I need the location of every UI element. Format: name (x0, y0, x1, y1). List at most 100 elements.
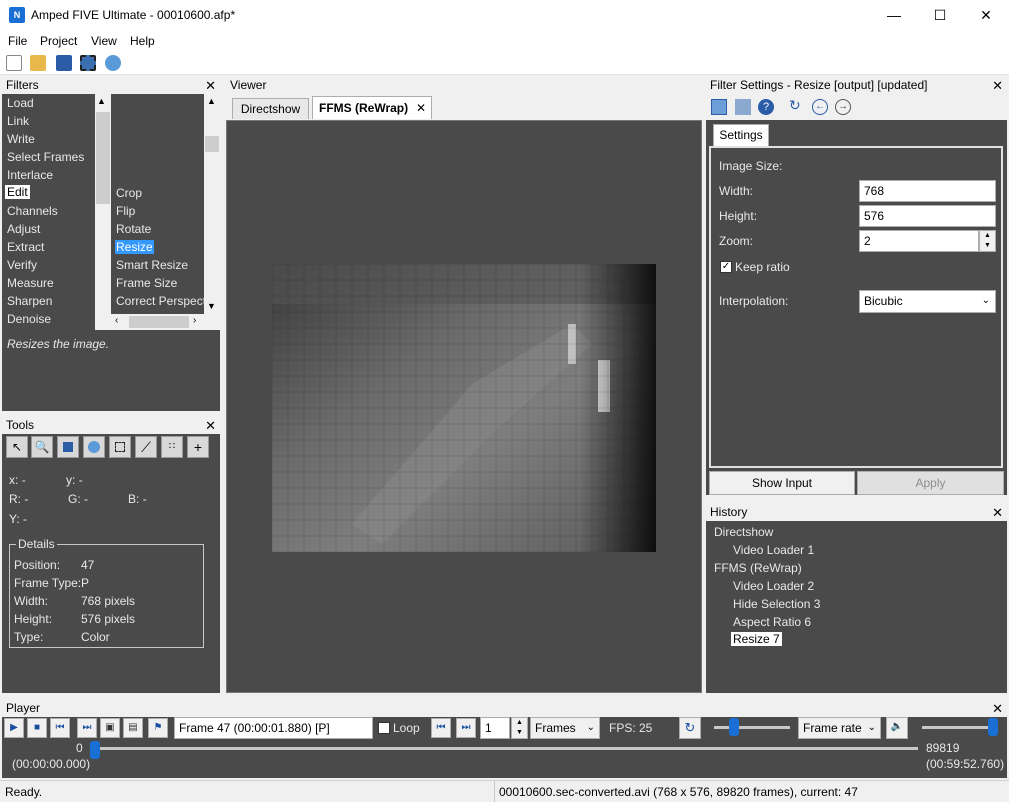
open-folder-icon[interactable] (30, 55, 46, 71)
zoom-stepper[interactable]: ▲ ▼ (979, 230, 996, 252)
scroll-up-icon[interactable]: ▲ (97, 96, 106, 106)
last-frame-icon[interactable]: ⏭ (77, 718, 97, 738)
step-stepper[interactable]: ▲ ▼ (511, 717, 528, 739)
chevron-down-icon[interactable]: ▼ (980, 241, 995, 251)
category-channels[interactable]: Channels (7, 204, 58, 218)
timeline-thumb[interactable] (90, 741, 101, 759)
chevron-down-icon[interactable]: ▼ (512, 728, 527, 738)
history-item[interactable]: Hide Selection 3 (733, 597, 820, 611)
export-icon[interactable]: ▤ (123, 718, 143, 738)
close-icon[interactable]: ✕ (416, 97, 426, 119)
tab-ffms-rewrap[interactable]: FFMS (ReWrap) ✕ (312, 96, 432, 119)
menu-help[interactable]: Help (130, 34, 155, 48)
viewer-canvas[interactable] (226, 120, 702, 693)
category-scrollbar[interactable]: ▲ (95, 94, 111, 330)
tab-directshow[interactable]: Directshow (232, 98, 309, 119)
category-select-frames[interactable]: Select Frames (7, 150, 84, 164)
volume-slider-thumb[interactable] (988, 718, 998, 736)
category-load[interactable]: Load (7, 96, 34, 110)
show-input-button[interactable]: Show Input (709, 471, 855, 495)
next-icon[interactable]: → (835, 99, 851, 115)
line-icon[interactable]: ⟋ (135, 436, 157, 458)
speed-slider-thumb[interactable] (729, 718, 739, 736)
history-item[interactable]: Directshow (714, 525, 773, 539)
loop-checkbox[interactable] (378, 722, 390, 734)
menu-project[interactable]: Project (40, 34, 77, 48)
category-verify[interactable]: Verify (7, 258, 37, 272)
rate-select[interactable]: Frame rate ⌄ (798, 717, 881, 739)
speed-slider[interactable] (714, 726, 790, 729)
keep-ratio-checkbox[interactable]: ✓ (720, 261, 732, 273)
menu-view[interactable]: View (91, 34, 117, 48)
chevron-up-icon[interactable]: ▲ (980, 231, 995, 241)
history-item[interactable]: FFMS (ReWrap) (714, 561, 802, 575)
close-icon[interactable]: ✕ (992, 700, 1003, 717)
dots-icon[interactable]: ∷ (161, 436, 183, 458)
reset-icon[interactable]: ↻ (789, 97, 801, 114)
frame-display[interactable]: Frame 47 (00:00:01.880) [P] (174, 717, 373, 739)
history-item[interactable]: Video Loader 1 (733, 543, 814, 557)
close-icon[interactable]: ✕ (992, 504, 1003, 521)
step-forward-icon[interactable]: ⏭ (456, 718, 476, 738)
menu-file[interactable]: File (8, 34, 27, 48)
items-hscroll-thumb[interactable] (129, 316, 189, 328)
stop-icon[interactable]: ■ (27, 718, 47, 738)
first-frame-icon[interactable]: ⏮ (50, 718, 70, 738)
filter-smart-resize[interactable]: Smart Resize (116, 258, 188, 272)
scroll-down-icon[interactable]: ▼ (207, 301, 216, 311)
scroll-right-icon[interactable]: › (193, 315, 196, 326)
new-file-icon[interactable] (6, 55, 22, 71)
step-unit-select[interactable]: Frames ⌄ (530, 717, 600, 739)
items-scrollbar[interactable]: ▲ ▼ (204, 94, 220, 314)
crosshair-icon[interactable]: + (187, 436, 209, 458)
scroll-up-icon[interactable]: ▲ (207, 96, 216, 106)
interpolation-select[interactable]: Bicubic ⌄ (859, 290, 996, 313)
maximize-icon[interactable]: ☐ (917, 0, 963, 31)
items-scroll-thumb[interactable] (205, 136, 219, 152)
category-write[interactable]: Write (7, 132, 35, 146)
filter-resize[interactable]: Resize (115, 240, 154, 254)
category-scroll-thumb[interactable] (96, 112, 110, 204)
close-icon[interactable]: ✕ (205, 77, 216, 94)
chevron-up-icon[interactable]: ▲ (512, 718, 527, 728)
close-icon[interactable]: ✕ (963, 0, 1009, 31)
globe-icon[interactable] (105, 55, 121, 71)
items-hscrollbar[interactable]: ‹ › (111, 314, 220, 330)
film-icon[interactable] (80, 55, 96, 71)
play-icon[interactable]: ▶ (4, 718, 24, 738)
timeline-track[interactable] (92, 747, 918, 750)
category-adjust[interactable]: Adjust (7, 222, 40, 236)
close-icon[interactable]: ✕ (992, 77, 1003, 94)
step-back-icon[interactable]: ⏮ (431, 718, 451, 738)
category-sharpen[interactable]: Sharpen (7, 294, 52, 308)
picture-icon[interactable] (57, 436, 79, 458)
filter-frame-size[interactable]: Frame Size (116, 276, 177, 290)
rect-select-icon[interactable] (109, 436, 131, 458)
history-item[interactable]: Aspect Ratio 6 (733, 615, 811, 629)
filter-correct-perspective[interactable]: Correct Perspect (116, 294, 204, 308)
preview-toggle-icon[interactable] (711, 99, 727, 115)
refresh-icon[interactable]: ↻ (679, 717, 701, 739)
zoom-icon[interactable]: 🔍 (31, 436, 53, 458)
zoom-field[interactable] (859, 230, 979, 252)
settings-copy-icon[interactable] (735, 99, 751, 115)
category-measure[interactable]: Measure (7, 276, 54, 290)
history-item-selected[interactable]: Resize 7 (731, 632, 782, 646)
filter-crop[interactable]: Crop (116, 186, 142, 200)
category-denoise[interactable]: Denoise (7, 312, 51, 326)
category-edit[interactable]: Edit (5, 185, 30, 199)
category-link[interactable]: Link (7, 114, 29, 128)
scroll-left-icon[interactable]: ‹ (115, 315, 118, 326)
apply-button[interactable]: Apply (857, 471, 1004, 495)
volume-slider[interactable] (922, 726, 998, 729)
category-extract[interactable]: Extract (7, 240, 44, 254)
pointer-icon[interactable]: ↖ (6, 436, 28, 458)
history-item[interactable]: Video Loader 2 (733, 579, 814, 593)
snapshot-icon[interactable]: ▣ (100, 718, 120, 738)
filter-rotate[interactable]: Rotate (116, 222, 151, 236)
close-icon[interactable]: ✕ (205, 417, 216, 434)
category-interlace[interactable]: Interlace (7, 168, 53, 182)
bookmark-icon[interactable]: ⚑ (148, 718, 168, 738)
minimize-icon[interactable]: — (871, 0, 917, 31)
volume-icon[interactable]: 🔈 (886, 717, 908, 739)
